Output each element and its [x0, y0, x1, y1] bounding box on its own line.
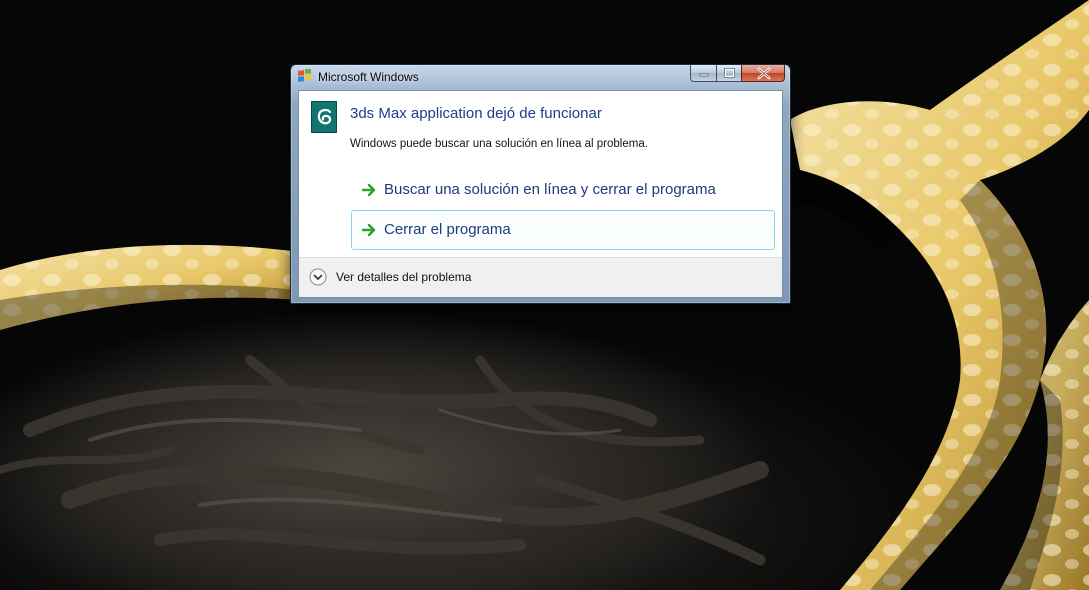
error-dialog-window: Microsoft Windows 3ds Max application de… — [290, 64, 791, 304]
dialog-content: 3ds Max application dejó de funcionar Wi… — [298, 90, 783, 298]
dialog-footer: Ver detalles del problema — [299, 257, 782, 297]
error-heading: 3ds Max application dejó de funcionar — [350, 105, 602, 122]
close-button[interactable] — [741, 65, 785, 82]
windows-flag-icon — [298, 69, 311, 82]
window-title: Microsoft Windows — [318, 70, 419, 84]
3ds-max-icon — [311, 101, 337, 133]
minimize-icon — [691, 65, 716, 81]
title-bar[interactable]: Microsoft Windows — [291, 65, 790, 89]
maximize-icon — [717, 65, 741, 81]
close-icon — [742, 65, 784, 81]
error-description: Windows puede buscar una solución en lín… — [350, 138, 648, 150]
close-program-label: Cerrar el programa — [384, 221, 511, 238]
minimize-button[interactable] — [690, 65, 716, 82]
search-solution-close-link[interactable]: Buscar una solución en línea y cerrar el… — [351, 170, 775, 210]
maximize-button[interactable] — [716, 65, 741, 82]
chevron-down-icon[interactable] — [309, 268, 327, 286]
green-arrow-icon — [362, 224, 376, 236]
green-arrow-icon — [362, 184, 376, 196]
show-problem-details-link[interactable]: Ver detalles del problema — [336, 270, 471, 284]
close-program-link[interactable]: Cerrar el programa — [351, 210, 775, 250]
search-solution-close-label: Buscar una solución en línea y cerrar el… — [384, 181, 716, 198]
caption-buttons — [690, 65, 785, 82]
